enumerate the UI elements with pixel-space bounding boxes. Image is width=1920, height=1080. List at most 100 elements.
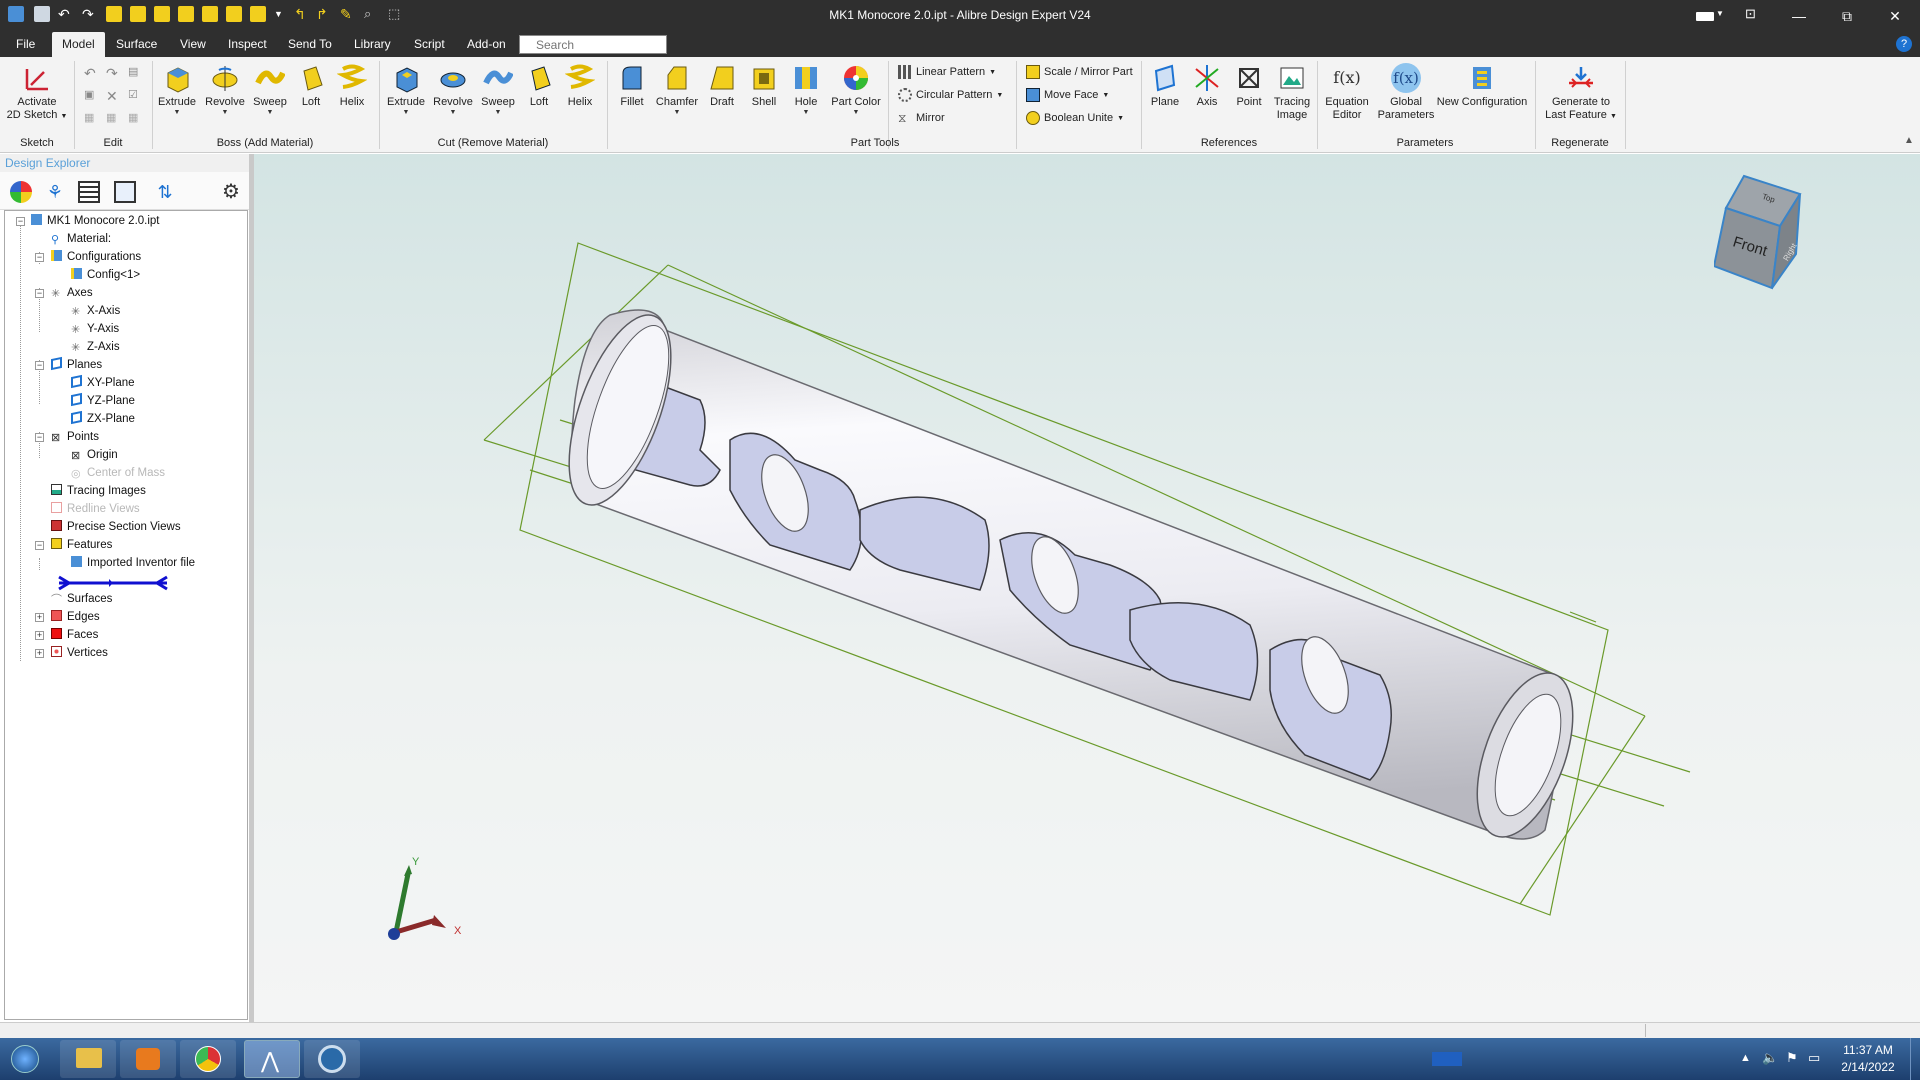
- tree-view-icon[interactable]: ⇅: [154, 181, 176, 203]
- global-parameters-button[interactable]: f(x) Global Parameters: [1376, 63, 1436, 122]
- expand-toggle[interactable]: −: [35, 433, 44, 442]
- start-button[interactable]: [2, 1040, 48, 1078]
- tree-node-axes[interactable]: ✳ Axes: [51, 285, 93, 301]
- taskbar-app[interactable]: [304, 1040, 360, 1078]
- tree-node-redline-views[interactable]: Redline Views: [51, 501, 140, 517]
- plane-button[interactable]: Plane: [1148, 63, 1182, 109]
- menu-library[interactable]: Library: [344, 32, 401, 57]
- tree-node-config1[interactable]: Config<1>: [71, 267, 140, 283]
- boss-revolve-button[interactable]: Revolve ▼: [202, 63, 248, 117]
- restore-button[interactable]: ⧉: [1824, 0, 1870, 32]
- tree-node-faces[interactable]: Faces: [51, 627, 98, 643]
- boss-helix-button[interactable]: Helix: [334, 63, 370, 109]
- edit-undo-icon[interactable]: ↶: [84, 65, 96, 82]
- expand-toggle[interactable]: −: [35, 289, 44, 298]
- scale-mirror-part-button[interactable]: Scale / Mirror Part: [1026, 65, 1133, 79]
- tree-node-tracing-images[interactable]: Tracing Images: [51, 483, 146, 499]
- tree-node-y-axis[interactable]: ✳ Y-Axis: [71, 321, 119, 337]
- collapse-ribbon-icon[interactable]: ▲: [1904, 135, 1914, 146]
- edit-paste-icon[interactable]: ▦: [84, 111, 94, 124]
- tree-node-zx-plane[interactable]: ZX-Plane: [71, 410, 135, 427]
- taskbar-media-player[interactable]: [120, 1040, 176, 1078]
- draft-button[interactable]: Draft: [704, 63, 740, 109]
- edit-redo-icon[interactable]: ↷: [106, 65, 118, 82]
- menu-surface[interactable]: Surface: [106, 32, 167, 57]
- tree-node-material[interactable]: ⚲ Material:: [51, 231, 111, 247]
- taskbar-alibre[interactable]: ⋀: [244, 1040, 300, 1078]
- taskbar-chrome[interactable]: [180, 1040, 236, 1078]
- help-icon[interactable]: ?: [1896, 36, 1912, 52]
- expand-toggle[interactable]: −: [35, 253, 44, 262]
- tree-node-points[interactable]: ⊠ Points: [51, 429, 99, 445]
- edit-check-icon[interactable]: ☑: [128, 88, 138, 101]
- tree-node-center-of-mass[interactable]: ◎ Center of Mass: [71, 465, 165, 481]
- show-desktop-button[interactable]: [1910, 1038, 1920, 1080]
- 3d-viewport[interactable]: Front Right Top Y X: [254, 154, 1920, 1022]
- tree-node-yz-plane[interactable]: YZ-Plane: [71, 392, 135, 409]
- generate-to-last-feature-button[interactable]: Generate to Last Feature ▼: [1540, 63, 1622, 123]
- search-input[interactable]: [519, 35, 667, 54]
- cut-revolve-button[interactable]: Revolve ▼: [430, 63, 476, 117]
- tree-node-root[interactable]: MK1 Monocore 2.0.ipt: [31, 213, 160, 229]
- menu-add-on[interactable]: Add-on: [457, 32, 516, 57]
- axis-button[interactable]: Axis: [1190, 63, 1224, 109]
- edit-paste2-icon[interactable]: ▦: [106, 111, 116, 124]
- expand-toggle[interactable]: +: [35, 613, 44, 622]
- tree-node-planes[interactable]: Planes: [51, 356, 102, 373]
- settings-gear-icon[interactable]: ⚙: [220, 181, 242, 203]
- chamfer-button[interactable]: Chamfer ▼: [654, 63, 700, 117]
- expand-toggle[interactable]: +: [35, 631, 44, 640]
- tracing-image-button[interactable]: Tracing Image: [1272, 63, 1312, 122]
- edit-paste3-icon[interactable]: ▦: [128, 111, 138, 124]
- display-mode-icon[interactable]: [1696, 12, 1714, 21]
- close-button[interactable]: ✕: [1872, 0, 1918, 32]
- tree-node-x-axis[interactable]: ✳ X-Axis: [71, 303, 120, 319]
- volume-icon[interactable]: 🔈: [1762, 1050, 1778, 1066]
- activate-2d-sketch-button[interactable]: Activate 2D Sketch ▼: [6, 63, 68, 123]
- mirror-button[interactable]: ⧖ Mirror: [898, 111, 945, 125]
- rollback-marker-icon[interactable]: [55, 575, 171, 591]
- point-button[interactable]: Point: [1232, 63, 1266, 109]
- color-properties-icon[interactable]: [10, 181, 32, 203]
- expand-toggle[interactable]: −: [16, 217, 25, 226]
- cut-helix-button[interactable]: Helix: [562, 63, 598, 109]
- ribbon-options-icon[interactable]: ⊡: [1745, 6, 1761, 22]
- linear-pattern-button[interactable]: Linear Pattern ▼: [898, 65, 996, 79]
- menu-view[interactable]: View: [170, 32, 216, 57]
- tree-node-imported-inventor-file[interactable]: Imported Inventor file: [71, 555, 195, 571]
- part-color-button[interactable]: Part Color ▼: [830, 63, 882, 117]
- hole-button[interactable]: Hole ▼: [788, 63, 824, 117]
- boss-sweep-button[interactable]: Sweep ▼: [250, 63, 290, 117]
- tree-node-features[interactable]: Features: [51, 537, 112, 553]
- taskbar-clock[interactable]: 11:37 AM 2/14/2022: [1828, 1042, 1908, 1076]
- display-icon[interactable]: [114, 181, 136, 203]
- menu-model[interactable]: Model: [52, 32, 105, 57]
- menu-send-to[interactable]: Send To: [278, 32, 342, 57]
- menu-file[interactable]: File: [6, 32, 45, 57]
- tray-show-hidden-icon[interactable]: ▲: [1740, 1052, 1751, 1064]
- tree-node-edges[interactable]: Edges: [51, 609, 100, 625]
- display-mode-dropdown-icon[interactable]: ▼: [1716, 6, 1732, 22]
- fillet-button[interactable]: Fillet: [614, 63, 650, 109]
- tree-node-precise-section-views[interactable]: Precise Section Views: [51, 519, 181, 535]
- new-configuration-button[interactable]: New Configuration: [1436, 63, 1528, 109]
- boss-loft-button[interactable]: Loft: [294, 63, 328, 109]
- tree-node-vertices[interactable]: Vertices: [51, 645, 108, 661]
- expand-toggle[interactable]: −: [35, 361, 44, 370]
- edit-copy-icon[interactable]: ▣: [84, 88, 94, 101]
- menu-script[interactable]: Script: [404, 32, 455, 57]
- tree-node-surfaces[interactable]: ⌒ Surfaces: [51, 591, 112, 607]
- expand-toggle[interactable]: −: [35, 541, 44, 550]
- flag-icon[interactable]: ⚑: [1786, 1050, 1798, 1066]
- tree-node-xy-plane[interactable]: XY-Plane: [71, 374, 135, 391]
- minimize-button[interactable]: —: [1776, 0, 1822, 32]
- relations-icon[interactable]: ⚘: [44, 181, 66, 203]
- cut-extrude-button[interactable]: Extrude ▼: [384, 63, 428, 117]
- expand-toggle[interactable]: +: [35, 649, 44, 658]
- network-icon[interactable]: ▭: [1808, 1050, 1820, 1066]
- circular-pattern-button[interactable]: Circular Pattern ▼: [898, 88, 1003, 102]
- cut-sweep-button[interactable]: Sweep ▼: [478, 63, 518, 117]
- cut-loft-button[interactable]: Loft: [522, 63, 556, 109]
- view-cube[interactable]: Front Right Top: [1714, 170, 1834, 292]
- move-face-button[interactable]: Move Face ▼: [1026, 88, 1109, 102]
